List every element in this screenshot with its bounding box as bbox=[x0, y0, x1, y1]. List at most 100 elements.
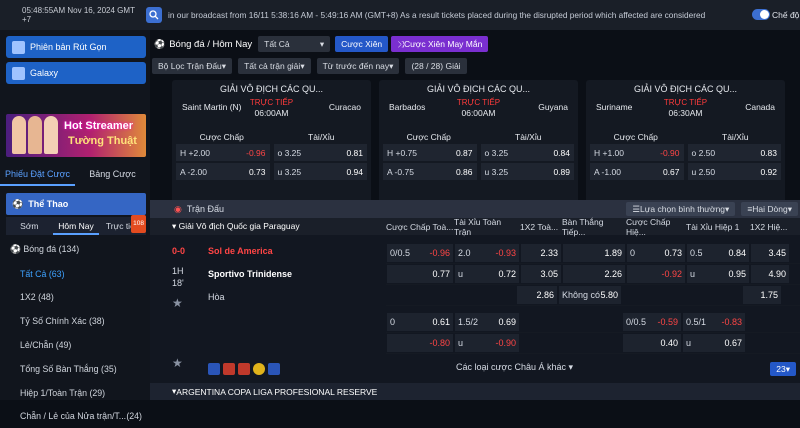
col-header: Bàn Thắng Tiếp... bbox=[562, 216, 604, 237]
odds-button[interactable]: A -2.00 0.73 bbox=[176, 163, 270, 180]
favorite-icon[interactable] bbox=[208, 363, 220, 375]
league-name[interactable]: ▾ Giải Vô địch Quốc gia Paraguay bbox=[150, 221, 386, 232]
list-item[interactable]: Hiệp 1/Toàn Trận (29) bbox=[6, 381, 146, 405]
list-item[interactable]: ⚽ Bóng đá (134) bbox=[6, 238, 146, 262]
col-header: Cược Chấp Hiệ... bbox=[626, 216, 671, 237]
odds-cell[interactable]: 4.90 bbox=[751, 265, 789, 283]
search-button[interactable] bbox=[146, 7, 162, 23]
odds-button[interactable]: o 2.50 0.83 bbox=[687, 144, 781, 161]
more-count-button[interactable]: 23 ▾ bbox=[770, 362, 796, 376]
odds-cell[interactable]: -0.92 bbox=[627, 265, 685, 283]
tab-bet-board[interactable]: Bảng Cược bbox=[75, 162, 150, 186]
live-count-badge: 108 bbox=[131, 215, 147, 233]
odds-button[interactable]: A -0.75 0.86 bbox=[383, 163, 477, 180]
odds-cell[interactable]: 0 0.73 bbox=[627, 244, 685, 262]
odds-button[interactable]: u 3.25 0.94 bbox=[273, 163, 367, 180]
odds-cell[interactable]: 1.5/2 0.69 bbox=[455, 313, 519, 331]
odds-cell[interactable]: 0.40 bbox=[623, 334, 681, 352]
col-header: Tài Xỉu Hiệp 1 bbox=[686, 221, 740, 232]
chevron-down-icon: ▾ bbox=[565, 362, 574, 372]
star-icon[interactable]: ★ bbox=[172, 356, 183, 370]
lines-select[interactable]: ≡ Hai Dòng ▾ bbox=[741, 202, 798, 216]
list-item[interactable]: Tỷ Số Chính Xác (38) bbox=[6, 309, 146, 333]
odds-cell[interactable]: u -0.90 bbox=[455, 334, 519, 352]
odds-cell[interactable]: 0/0.5 -0.96 bbox=[387, 244, 453, 262]
bet-tabs: Phiếu Đặt Cược Bảng Cược bbox=[0, 162, 150, 186]
odds-cell[interactable]: 2.86 bbox=[517, 286, 557, 304]
odds-cell[interactable]: 1.75 bbox=[743, 286, 781, 304]
streamer-figure-icon bbox=[28, 116, 42, 154]
parlay-button[interactable]: Cược Xiên bbox=[335, 36, 389, 52]
short-version-label: Phiên bản Rút Gọn bbox=[30, 42, 107, 52]
chevron-down-icon: ▾ bbox=[319, 38, 325, 49]
short-version-button[interactable]: Phiên bản Rút Gọn bbox=[6, 36, 146, 58]
stats-icon[interactable] bbox=[223, 363, 235, 375]
sort-select[interactable]: ☰ Lựa chọn bình thường ▾ bbox=[626, 202, 736, 216]
streamer-figure-icon bbox=[12, 116, 26, 154]
video-icon[interactable] bbox=[238, 363, 250, 375]
market-select[interactable]: Tất Cả ▾ bbox=[258, 36, 331, 52]
odds-cell[interactable]: 2.33 bbox=[521, 244, 561, 262]
col-header: 1X2 Hiệ... bbox=[750, 221, 788, 232]
match-filter-select[interactable]: Bộ Lọc Trận Đấu ▾ bbox=[152, 58, 233, 74]
list-item[interactable]: Tất Cả (63) bbox=[6, 262, 146, 286]
lucky-parlay-button[interactable]: ⤨ Cược Xiên May Mắn bbox=[391, 36, 489, 52]
odds-cell[interactable]: 0.5 0.84 bbox=[687, 244, 749, 262]
odds-cell[interactable]: 2.0 -0.93 bbox=[455, 244, 519, 262]
next-league-header[interactable]: ▾ ARGENTINA COPA LIGA PROFESIONAL RESERV… bbox=[150, 383, 800, 400]
coin-icon[interactable] bbox=[253, 363, 265, 375]
galaxy-button[interactable]: Galaxy bbox=[6, 62, 146, 84]
odds-cell[interactable]: 2.26 bbox=[563, 265, 625, 283]
sports-header[interactable]: ⚽ Thể Thao bbox=[6, 193, 146, 215]
promo-line1: Hot Streamer bbox=[64, 120, 134, 132]
odds-cell[interactable]: Không có 5.80 bbox=[559, 286, 621, 304]
more-markets-link[interactable]: Các loại cược Châu Á khác ▾ bbox=[456, 362, 573, 373]
soccer-ball-icon: ⚽ bbox=[154, 38, 166, 49]
odds-button[interactable]: H +2.00 -0.96 bbox=[176, 144, 270, 161]
odds-cell[interactable]: u 0.72 bbox=[455, 265, 519, 283]
odds-cell[interactable]: -0.80 bbox=[387, 334, 453, 352]
odds-cell[interactable]: 3.05 bbox=[521, 265, 561, 283]
league-select-label: Tất cả trận giải bbox=[244, 61, 301, 71]
odds-button[interactable]: H +0.75 0.87 bbox=[383, 144, 477, 161]
wallet-icon bbox=[12, 40, 25, 54]
streamer-banner[interactable]: Hot Streamer Tường Thuật bbox=[6, 114, 146, 157]
match-half: 1H bbox=[172, 266, 184, 276]
odds-cell bbox=[622, 285, 680, 305]
odds-button[interactable]: u 2.50 0.92 bbox=[687, 163, 781, 180]
odds-cell[interactable]: 0.5/1 -0.83 bbox=[683, 313, 745, 331]
tab-bet-slip[interactable]: Phiếu Đặt Cược bbox=[0, 162, 75, 186]
chevron-down-icon: ▾ bbox=[300, 60, 305, 71]
odds-cell[interactable]: 0 0.61 bbox=[387, 313, 453, 331]
mode-toggle[interactable] bbox=[752, 9, 770, 20]
list-item[interactable]: Chẵn / Lẻ của Nửa trận/T... (24) bbox=[6, 405, 146, 428]
odds-button[interactable]: H +1.00 -0.90 bbox=[590, 144, 684, 161]
list-item[interactable]: 1X2 (48) bbox=[6, 286, 146, 310]
odds-cell[interactable]: u 0.67 bbox=[683, 334, 745, 352]
time-select[interactable]: Từ trước đến nay ▾ bbox=[316, 58, 400, 74]
odds-cell[interactable]: u 0.95 bbox=[687, 265, 749, 283]
league-select[interactable]: Tất cả trận giải ▾ bbox=[238, 58, 311, 74]
galaxy-icon bbox=[12, 66, 25, 80]
odds-button[interactable]: o 3.25 0.84 bbox=[480, 144, 574, 161]
odds-cell[interactable]: 0/0.5 -0.59 bbox=[623, 313, 681, 331]
list-item[interactable]: Tổng Số Bàn Thắng (35) bbox=[6, 357, 146, 381]
odds-cell[interactable]: 1.89 bbox=[563, 244, 625, 262]
odds-cell[interactable]: 0.77 bbox=[387, 265, 453, 283]
card-league-title: GIẢI VÔ ĐỊCH CÁC QU... bbox=[426, 84, 530, 94]
odds-button[interactable]: A -1.00 0.67 bbox=[590, 163, 684, 180]
sports-label: Thể Thao bbox=[28, 199, 69, 209]
star-icon[interactable]: ★ bbox=[172, 296, 183, 310]
match-time: 06:00AM bbox=[254, 108, 289, 118]
league-count-button[interactable]: (28 / 28) Giải bbox=[405, 58, 467, 74]
odds-button[interactable]: u 3.25 0.89 bbox=[480, 163, 574, 180]
list-item[interactable]: Lẻ/Chẵn (49) bbox=[6, 333, 146, 357]
col-header: 1X2 Toà... bbox=[520, 221, 559, 232]
league-name-label: Giải Vô địch Quốc gia Paraguay bbox=[178, 221, 300, 231]
chart-icon[interactable] bbox=[268, 363, 280, 375]
tab-early[interactable]: Sớm bbox=[6, 217, 53, 235]
odds-cell[interactable]: 3.45 bbox=[751, 244, 789, 262]
tab-live[interactable]: Trực tiếp 108 bbox=[99, 215, 147, 235]
odds-button[interactable]: o 3.25 0.81 bbox=[273, 144, 367, 161]
tab-today[interactable]: Hôm Nay bbox=[52, 217, 100, 235]
